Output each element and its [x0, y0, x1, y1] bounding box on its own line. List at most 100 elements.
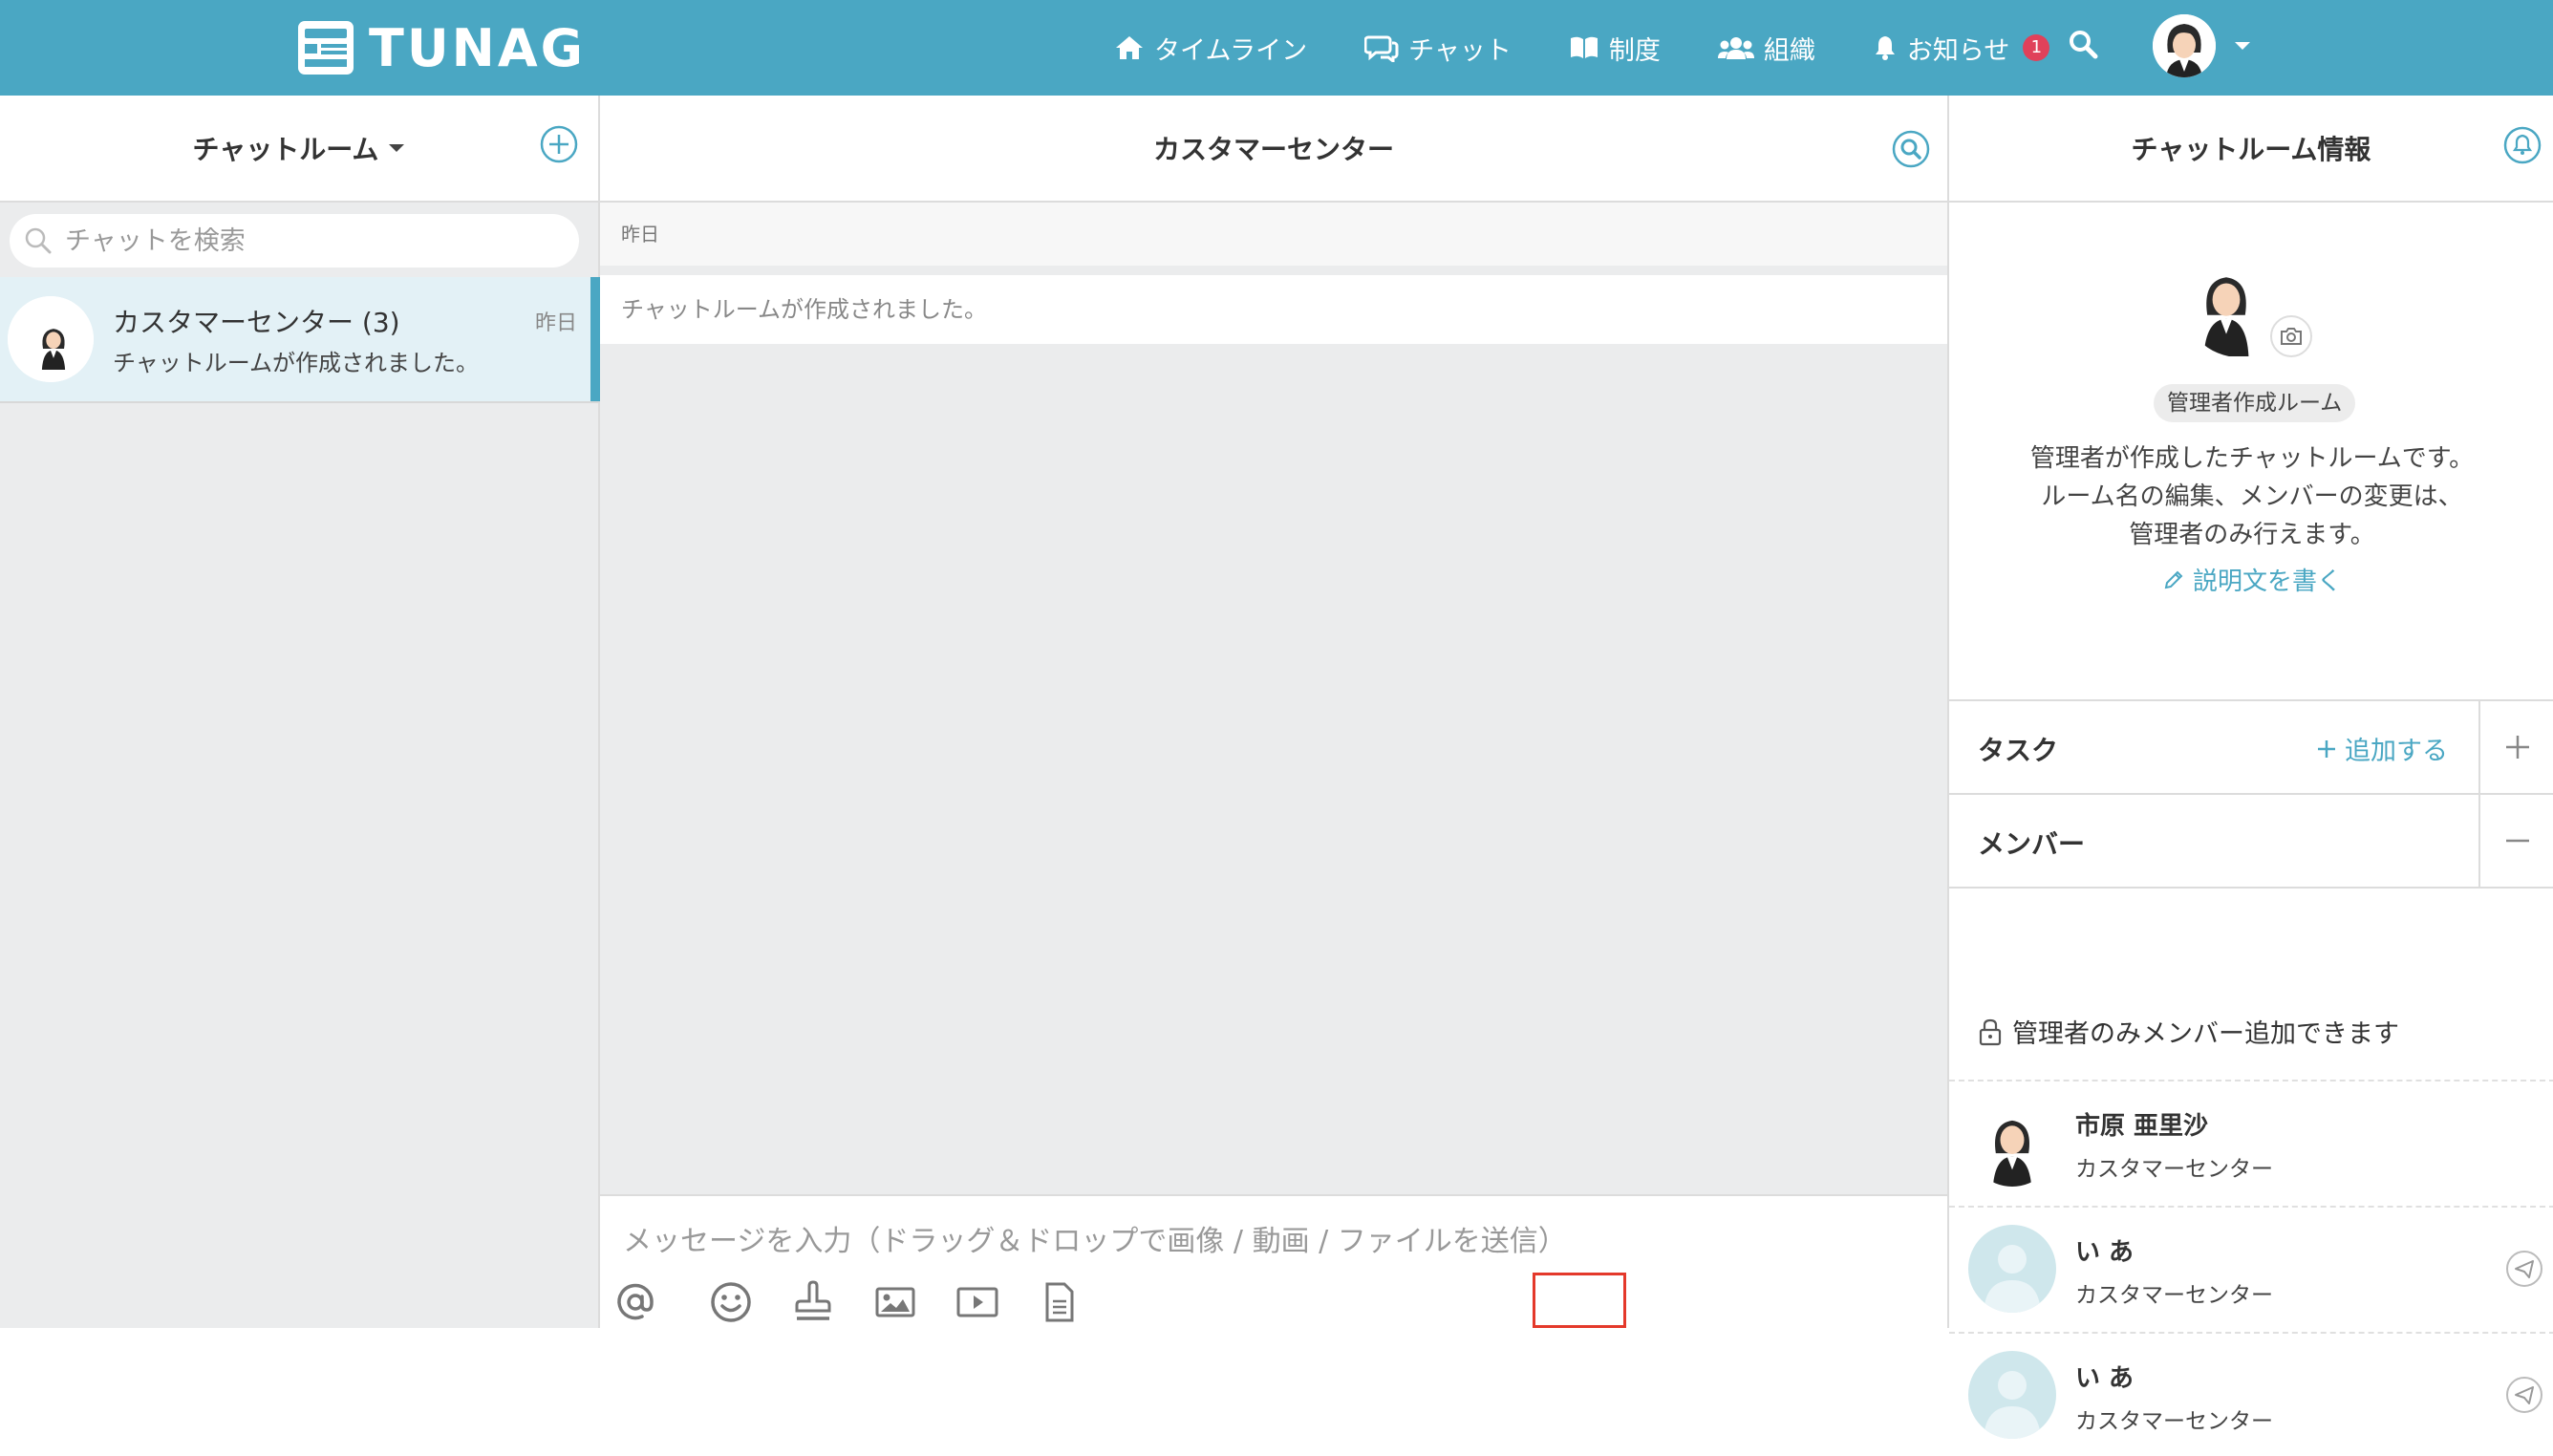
member-name: い あ	[2075, 1238, 2135, 1267]
plus-icon	[2318, 739, 2335, 758]
camera-icon	[2281, 328, 2302, 345]
nav-notifications-label: お知らせ	[1906, 35, 2010, 66]
search-icon	[2070, 31, 2098, 59]
default-avatar-icon	[1968, 1225, 2056, 1313]
member-avatar	[1968, 1225, 2056, 1313]
chat-search-button[interactable]	[1892, 130, 1930, 168]
file-button[interactable]	[1038, 1280, 1082, 1324]
room-avatar-icon	[8, 296, 94, 382]
pencil-icon	[2164, 570, 2183, 589]
member-department: カスタマーセンター	[2075, 1283, 2273, 1308]
plus-icon	[2506, 736, 2529, 759]
member-item[interactable]: 市原 亜里沙 カスタマーセンター	[1949, 1080, 2553, 1204]
selected-indicator	[590, 277, 600, 401]
chatroom-list-panel: チャットルーム カスタマーセンター (3) チャットルームが作成さ	[0, 96, 600, 1328]
account-menu-button[interactable]	[2233, 40, 2252, 52]
members-label: メンバー	[1978, 828, 2086, 860]
tasks-label: タスク	[1978, 735, 2059, 766]
nav-chat-label: チャット	[1408, 35, 1512, 66]
room-avatar	[8, 296, 94, 382]
video-button-highlight	[1533, 1273, 1626, 1328]
nav-system[interactable]: 制度	[1569, 30, 1661, 67]
member-lock-note: 管理者のみメンバー追加できます	[1978, 1013, 2399, 1050]
write-description-label: 説明文を書く	[2192, 567, 2342, 596]
add-chatroom-button[interactable]	[539, 124, 579, 164]
video-button[interactable]	[955, 1280, 999, 1324]
video-icon	[956, 1287, 998, 1317]
emoji-icon	[711, 1282, 751, 1322]
chat-panel: カスタマーセンター 昨日 チャットルームが作成されました。	[600, 96, 2515, 1328]
nav-search-button[interactable]	[2068, 29, 2100, 61]
description-line: 管理者が作成したチャットルームです。	[2029, 444, 2475, 473]
chatroom-list-item[interactable]: カスタマーセンター (3) チャットルームが作成されました。 昨日	[0, 277, 600, 403]
caret-down-icon	[2235, 42, 2250, 50]
room-last-message: チャットルームが作成されました。	[113, 350, 480, 376]
room-info-panel: チャットルーム情報 管理者作成ルーム 管理者が作成したチャットルームです。 ルー…	[1947, 96, 2553, 1439]
default-avatar-icon	[1968, 1351, 2056, 1439]
chat-header: カスタマーセンター	[600, 96, 1947, 203]
nav-timeline-label: タイムライン	[1154, 35, 1308, 66]
member-item[interactable]: い あ カスタマーセンター	[1949, 1332, 2553, 1456]
tasks-expand-toggle[interactable]	[2478, 701, 2553, 793]
user-avatar[interactable]	[2153, 14, 2216, 77]
notification-settings-button[interactable]	[2503, 126, 2542, 164]
members-collapse-toggle[interactable]	[2478, 795, 2553, 887]
chat-search-input[interactable]	[63, 225, 564, 257]
image-button[interactable]	[873, 1280, 917, 1324]
book-icon	[1570, 36, 1598, 58]
nav-chat[interactable]: チャット	[1364, 30, 1512, 67]
room-name: カスタマーセンター (3)	[113, 307, 400, 338]
plus-circle-icon	[540, 125, 578, 163]
member-department: カスタマーセンター	[2075, 1157, 2273, 1182]
direct-message-button[interactable]	[2505, 1250, 2543, 1288]
nav-notifications[interactable]: お知らせ 1	[1873, 30, 2050, 67]
bell-icon	[1875, 36, 1895, 60]
bell-circle-icon	[2503, 126, 2542, 164]
members-section: メンバー	[1949, 793, 2553, 887]
room-time: 昨日	[534, 311, 577, 335]
file-icon	[1045, 1282, 1074, 1322]
write-description-link[interactable]: 説明文を書く	[1949, 562, 2553, 597]
description-line: ルーム名の編集、メンバーの変更は、	[2041, 482, 2463, 511]
lock-note-text: 管理者のみメンバー追加できます	[2012, 1019, 2399, 1049]
chatroom-filter-dropdown[interactable]: チャットルーム	[193, 129, 406, 167]
image-icon	[875, 1287, 915, 1317]
member-avatar	[1968, 1351, 2056, 1439]
caret-down-icon	[389, 144, 405, 152]
room-info-header: チャットルーム情報	[1949, 96, 2553, 203]
member-department: カスタマーセンター	[2075, 1409, 2273, 1434]
chatroom-list-header: チャットルーム	[0, 96, 598, 203]
members-divider	[1949, 887, 2553, 889]
chat-title: カスタマーセンター	[1152, 134, 1394, 165]
change-room-icon-button[interactable]	[2270, 315, 2312, 357]
member-name: 市原 亜里沙	[2075, 1112, 2209, 1141]
search-circle-icon	[1892, 130, 1930, 168]
users-icon	[1717, 37, 1754, 59]
system-message: チャットルームが作成されました。	[600, 275, 1947, 344]
nav-organization[interactable]: 組織	[1717, 30, 1815, 67]
mention-icon	[617, 1283, 654, 1320]
stamp-icon	[795, 1280, 831, 1320]
stamp-button[interactable]	[791, 1280, 835, 1324]
add-task-button[interactable]: 追加する	[2316, 730, 2448, 767]
chat-search-box	[10, 214, 579, 268]
app-logo[interactable]: TUNAG	[298, 15, 586, 80]
mention-button[interactable]	[613, 1280, 657, 1324]
member-name: い あ	[2075, 1364, 2135, 1393]
emoji-button[interactable]	[709, 1280, 753, 1324]
description-line: 管理者のみ行えます。	[2129, 521, 2375, 549]
direct-message-button[interactable]	[2505, 1376, 2543, 1414]
admin-room-tag: 管理者作成ルーム	[2154, 384, 2356, 422]
room-info-title: チャットルーム情報	[2131, 134, 2371, 165]
nav-organization-label: 組織	[1763, 35, 1815, 66]
chatroom-list-title: チャットルーム	[192, 134, 379, 165]
notification-badge: 1	[2023, 34, 2050, 61]
tasks-section: タスク 追加する	[1949, 699, 2553, 793]
message-input[interactable]	[621, 1215, 1867, 1267]
user-avatar-icon	[2153, 14, 2216, 77]
nav-timeline[interactable]: タイムライン	[1114, 30, 1307, 67]
add-task-label: 追加する	[2345, 737, 2448, 766]
chat-icon	[1364, 35, 1399, 62]
member-item[interactable]: い あ カスタマーセンター	[1949, 1206, 2553, 1330]
member-avatar-icon	[1968, 1099, 2056, 1187]
